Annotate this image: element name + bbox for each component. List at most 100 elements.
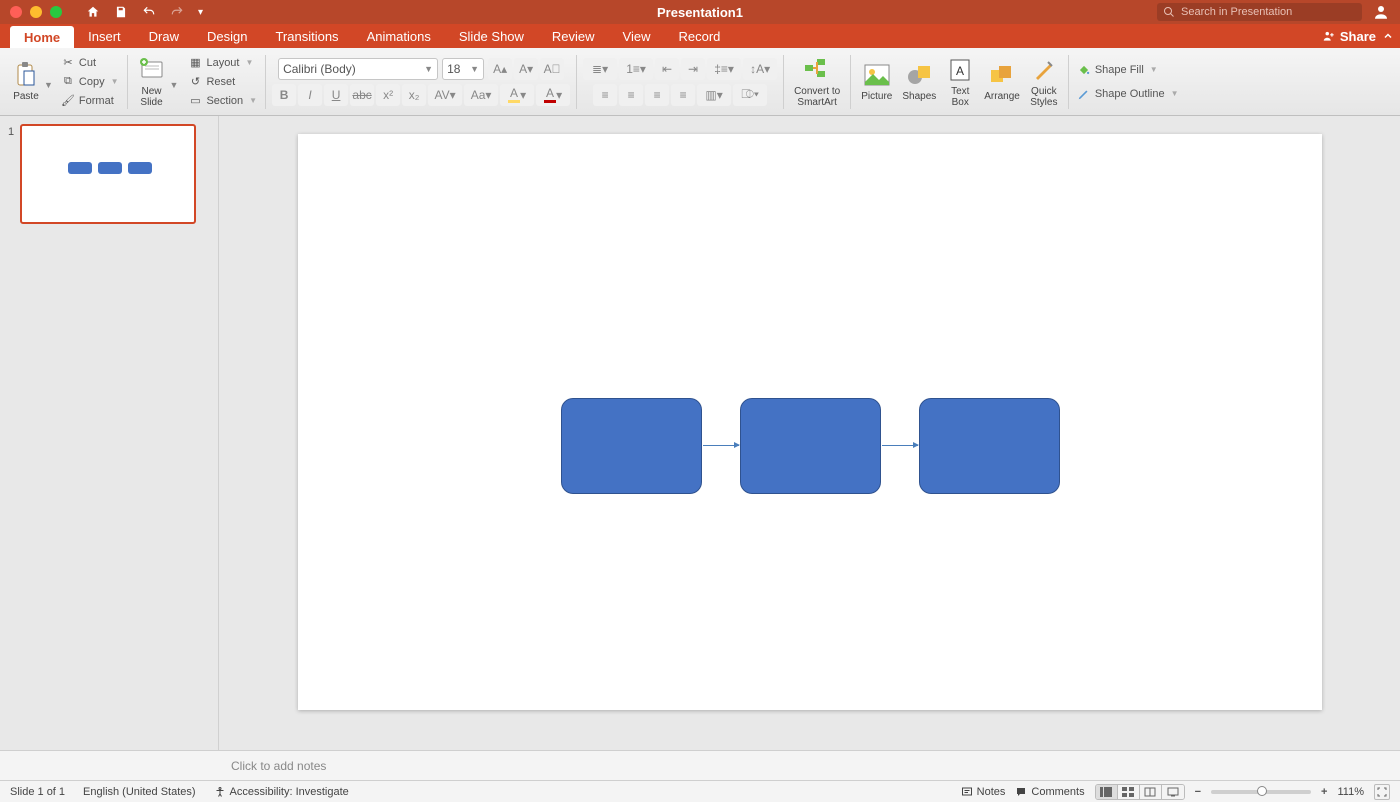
tab-design[interactable]: Design [193, 24, 261, 48]
tab-home[interactable]: Home [10, 26, 74, 48]
font-color-button[interactable]: A▾ [536, 84, 570, 106]
bullets-button[interactable]: ≣▾ [583, 58, 617, 80]
slide-thumbnail-panel[interactable]: 1 [0, 116, 219, 750]
char-spacing-button[interactable]: AV▾ [428, 84, 462, 106]
connector-arrow-2[interactable] [882, 445, 918, 446]
copy-button[interactable]: ⧉Copy▼ [59, 74, 121, 90]
share-button[interactable]: Share [1322, 29, 1376, 44]
increase-font-button[interactable]: A▴ [488, 58, 512, 80]
reset-button[interactable]: ↺Reset [186, 74, 237, 90]
save-icon[interactable] [114, 5, 128, 19]
decrease-font-button[interactable]: A▾ [514, 58, 538, 80]
undo-icon[interactable] [142, 5, 156, 19]
normal-view-button[interactable] [1096, 785, 1118, 799]
tab-review[interactable]: Review [538, 24, 609, 48]
shape-box-3[interactable] [919, 398, 1060, 494]
font-name-select[interactable]: Calibri (Body)▼ [278, 58, 438, 80]
font-size-select[interactable]: 18▼ [442, 58, 484, 80]
zoom-in-button[interactable]: + [1321, 786, 1327, 798]
italic-button[interactable]: I [298, 84, 322, 106]
layout-button[interactable]: ▦Layout▼ [186, 55, 255, 71]
shape-box-1[interactable] [561, 398, 702, 494]
new-slide-button[interactable]: New Slide [134, 54, 170, 110]
bold-button[interactable]: B [272, 84, 296, 106]
fit-to-window-button[interactable] [1374, 784, 1390, 800]
zoom-out-button[interactable]: − [1195, 786, 1201, 798]
tab-insert[interactable]: Insert [74, 24, 135, 48]
cut-button[interactable]: ✂Cut [59, 55, 98, 71]
tab-view[interactable]: View [609, 24, 665, 48]
window-controls [0, 6, 62, 18]
reading-view-button[interactable] [1140, 785, 1162, 799]
align-right-button[interactable]: ≡ [645, 84, 669, 106]
home-icon[interactable] [86, 5, 100, 19]
zoom-level[interactable]: 111% [1337, 786, 1364, 798]
justify-button[interactable]: ≡ [671, 84, 695, 106]
slide-canvas[interactable] [298, 134, 1322, 710]
accessibility-button[interactable]: Accessibility: Investigate [214, 786, 349, 798]
paste-dropdown-icon[interactable]: ▼ [44, 74, 53, 90]
section-label: Section [206, 95, 243, 107]
format-painter-button[interactable]: 🖌Format [59, 93, 116, 109]
highlight-button[interactable]: A▾ [500, 84, 534, 106]
notes-toggle-button[interactable]: Notes [961, 786, 1006, 798]
shape-box-2[interactable] [740, 398, 881, 494]
change-case-button[interactable]: Aa▾ [464, 84, 498, 106]
underline-button[interactable]: U [324, 84, 348, 106]
decrease-indent-button[interactable]: ⇤ [655, 58, 679, 80]
convert-smartart-button[interactable]: Convert to SmartArt [790, 54, 844, 110]
line-spacing-button[interactable]: ‡≡▾ [707, 58, 741, 80]
connector-arrow-1[interactable] [703, 445, 739, 446]
numbering-button[interactable]: 1≡▾ [619, 58, 653, 80]
share-label: Share [1340, 29, 1376, 44]
comments-toggle-button[interactable]: Comments [1015, 786, 1084, 798]
arrange-button[interactable]: Arrange [980, 59, 1024, 104]
user-account-icon[interactable] [1372, 3, 1390, 21]
superscript-button[interactable]: x² [376, 84, 400, 106]
notes-pane[interactable]: Click to add notes [0, 750, 1400, 780]
zoom-slider[interactable] [1211, 790, 1311, 794]
search-icon [1163, 6, 1175, 18]
slide-thumbnail-1[interactable] [20, 124, 196, 224]
text-box-icon: A [946, 56, 974, 84]
slide-canvas-area[interactable] [219, 116, 1400, 750]
section-button[interactable]: ▭Section▼ [186, 93, 259, 109]
search-input[interactable] [1181, 6, 1356, 18]
tab-slide-show[interactable]: Slide Show [445, 24, 538, 48]
subscript-button[interactable]: x₂ [402, 84, 426, 106]
tab-animations[interactable]: Animations [353, 24, 445, 48]
new-slide-dropdown-icon[interactable]: ▼ [170, 74, 179, 90]
maximize-window-button[interactable] [50, 6, 62, 18]
copy-icon: ⧉ [61, 75, 75, 89]
align-text-button[interactable]: ⎄▾ [733, 84, 767, 106]
quick-styles-button[interactable]: Quick Styles [1026, 54, 1062, 110]
close-window-button[interactable] [10, 6, 22, 18]
increase-indent-button[interactable]: ⇥ [681, 58, 705, 80]
customize-qat-icon[interactable]: ▾ [198, 7, 203, 18]
paste-button[interactable]: Paste [8, 59, 44, 104]
tab-draw[interactable]: Draw [135, 24, 193, 48]
search-box[interactable] [1157, 3, 1362, 21]
redo-icon[interactable] [170, 5, 184, 19]
slide-sorter-button[interactable] [1118, 785, 1140, 799]
shape-outline-button[interactable]: Shape Outline ▼ [1075, 86, 1181, 102]
align-left-button[interactable]: ≡ [593, 84, 617, 106]
shape-fill-button[interactable]: Shape Fill ▼ [1075, 62, 1160, 78]
picture-button[interactable]: Picture [857, 59, 896, 104]
collapse-ribbon-icon[interactable] [1382, 30, 1394, 42]
slide-indicator[interactable]: Slide 1 of 1 [10, 786, 65, 798]
language-indicator[interactable]: English (United States) [83, 786, 196, 798]
clear-formatting-button[interactable]: A⃠ [540, 58, 564, 80]
align-center-button[interactable]: ≡ [619, 84, 643, 106]
strikethrough-button[interactable]: abc [350, 84, 374, 106]
tab-record[interactable]: Record [665, 24, 735, 48]
notes-placeholder[interactable]: Click to add notes [231, 759, 1388, 773]
text-direction-button[interactable]: ↕A▾ [743, 58, 777, 80]
shapes-button[interactable]: Shapes [898, 59, 940, 104]
slideshow-view-button[interactable] [1162, 785, 1184, 799]
text-box-button[interactable]: A Text Box [942, 54, 978, 110]
zoom-slider-thumb[interactable] [1257, 786, 1267, 796]
columns-button[interactable]: ▥▾ [697, 84, 731, 106]
tab-transitions[interactable]: Transitions [261, 24, 352, 48]
minimize-window-button[interactable] [30, 6, 42, 18]
